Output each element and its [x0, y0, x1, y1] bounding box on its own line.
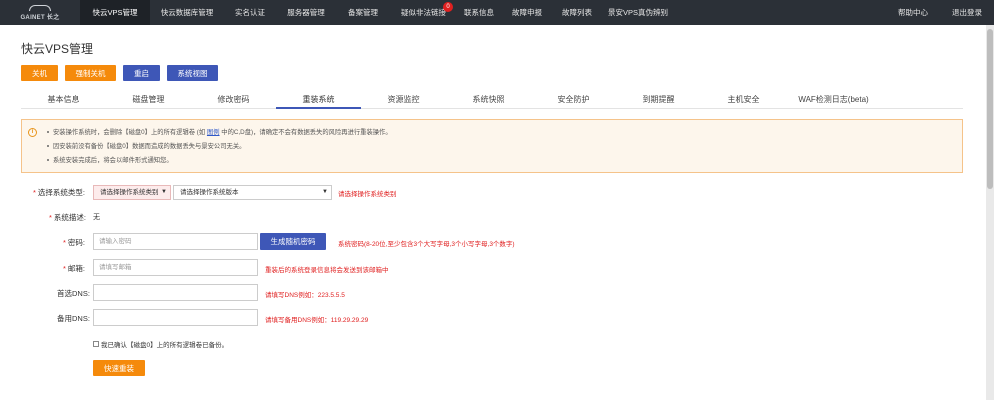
- backup-confirm[interactable]: 我已确认【磁盘0】上的所有逻辑卷已备份。: [93, 339, 228, 349]
- dns1-input[interactable]: [93, 284, 258, 301]
- action-bar: 关机 强制关机 重启 系统视图: [21, 65, 218, 81]
- os-desc-value: 无: [93, 214, 100, 221]
- notice-item: 因安装前没有备份【磁盘0】数据而造成的数据丢失与景安公司无关。: [47, 140, 392, 154]
- backup-confirm-checkbox[interactable]: [93, 341, 99, 347]
- generate-password-button[interactable]: 生成随机密码: [260, 233, 326, 250]
- notice-line3: 系统安装完成后，将会以邮件形式通知您。: [53, 157, 173, 164]
- info-icon: i: [28, 128, 37, 137]
- password-input[interactable]: 请输入密码: [93, 233, 258, 250]
- tab-security[interactable]: 安全防护: [531, 92, 616, 108]
- chevron-down-icon: ▼: [161, 189, 167, 195]
- force-shutdown-button[interactable]: 强制关机: [65, 65, 116, 81]
- nav-item-illegal-links-label: 疑似非法链接: [401, 8, 446, 17]
- password-hint: 系统密码(8-20位,至少包含3个大写字母,3个小写字母,3个数字): [338, 241, 515, 248]
- scrollbar-thumb[interactable]: [987, 29, 993, 189]
- tab-monitor[interactable]: 资源监控: [361, 92, 446, 108]
- warning-notice: i 安装操作系统时，会删除【磁盘0】上的所有逻辑卷 (如 图例 中的C,D盘)，…: [21, 119, 963, 173]
- dns2-label: 备用DNS:: [57, 314, 90, 323]
- email-label: * 邮箱:: [63, 264, 86, 273]
- dns2-input[interactable]: [93, 309, 258, 326]
- tab-snapshot[interactable]: 系统快照: [446, 92, 531, 108]
- nav-item-contact[interactable]: 联系信息: [457, 0, 501, 25]
- email-hint: 重装后的系统登录信息将会发送到该邮箱中: [265, 267, 389, 274]
- diagram-link[interactable]: 图例: [207, 129, 220, 136]
- tab-basic-info[interactable]: 基本信息: [21, 92, 106, 108]
- quick-reinstall-button[interactable]: 快速重装: [93, 360, 145, 376]
- tab-expiry[interactable]: 到期提醒: [616, 92, 701, 108]
- brand-logo[interactable]: GAINET 长之: [0, 0, 80, 25]
- dns1-hint: 请填写DNS例如：223.5.5.5: [265, 292, 345, 299]
- page-title: 快云VPS管理: [21, 42, 94, 56]
- os-desc-label: * 系统描述:: [49, 213, 87, 222]
- notice-list: 安装操作系统时，会删除【磁盘0】上的所有逻辑卷 (如 图例 中的C,D盘)，请确…: [47, 126, 392, 168]
- nav-item-realname[interactable]: 实名认证: [224, 0, 276, 25]
- notice-line1-after: 中的C,D盘)，请确定不会有数据丢失的风险再进行重装操作。: [219, 129, 392, 136]
- tab-bar: 基本信息 磁盘管理 修改密码 重装系统 资源监控 系统快照 安全防护 到期提醒 …: [21, 92, 963, 109]
- system-view-button[interactable]: 系统视图: [167, 65, 218, 81]
- nav-right: 帮助中心 退出登录: [886, 0, 994, 25]
- nav-item-vps[interactable]: 快云VPS管理: [80, 0, 150, 25]
- main-nav: 快云VPS管理 快云数据库管理 实名认证 服务器管理 备案管理 疑似非法链接 0…: [80, 0, 675, 25]
- chevron-down-icon: ▼: [322, 189, 328, 195]
- content-panel: 快云VPS管理 关机 强制关机 重启 系统视图 基本信息 磁盘管理 修改密码 重…: [0, 25, 986, 400]
- notice-line1-before: 安装操作系统时，会删除【磁盘0】上的所有逻辑卷 (如: [53, 129, 207, 136]
- shutdown-button[interactable]: 关机: [21, 65, 58, 81]
- vertical-scrollbar[interactable]: [986, 25, 994, 400]
- tab-disk[interactable]: 磁盘管理: [106, 92, 191, 108]
- nav-item-fault-list[interactable]: 故障列表: [553, 0, 601, 25]
- nav-item-database[interactable]: 快云数据库管理: [150, 0, 224, 25]
- logo-text: GAINET 长之: [20, 14, 60, 21]
- nav-item-help[interactable]: 帮助中心: [886, 0, 940, 25]
- nav-item-logout[interactable]: 退出登录: [940, 0, 994, 25]
- nav-item-vps-verify[interactable]: 景安VPS真伪辨别: [601, 0, 675, 25]
- password-label: * 密码:: [63, 238, 86, 247]
- os-version-select[interactable]: 请选择操作系统版本 ▼: [173, 185, 332, 200]
- notice-line2: 因安装前没有备份【磁盘0】数据而造成的数据丢失与景安公司无关。: [53, 143, 246, 150]
- tab-host-security[interactable]: 主机安全: [701, 92, 786, 108]
- notice-item: 安装操作系统时，会删除【磁盘0】上的所有逻辑卷 (如 图例 中的C,D盘)，请确…: [47, 126, 392, 140]
- nav-item-fault-report[interactable]: 故障申报: [501, 0, 553, 25]
- notice-item: 系统安装完成后，将会以邮件形式通知您。: [47, 154, 392, 168]
- backup-confirm-label: 我已确认【磁盘0】上的所有逻辑卷已备份。: [101, 342, 229, 349]
- restart-button[interactable]: 重启: [123, 65, 160, 81]
- nav-item-icp[interactable]: 备案管理: [336, 0, 390, 25]
- tab-password[interactable]: 修改密码: [191, 92, 276, 108]
- os-type-hint: 请选择操作系统类别: [338, 191, 397, 198]
- dns2-hint: 请填写备用DNS例如：119.29.29.29: [265, 317, 369, 324]
- os-type-select[interactable]: 请选择操作系统类别 ▼: [93, 185, 171, 200]
- tab-waf-log[interactable]: WAF检测日志(beta): [786, 92, 881, 108]
- nav-item-server[interactable]: 服务器管理: [276, 0, 336, 25]
- tab-reinstall[interactable]: 重装系统: [276, 92, 361, 109]
- nav-item-illegal-links[interactable]: 疑似非法链接 0: [390, 0, 457, 25]
- notification-badge: 0: [443, 2, 453, 12]
- logo-arc-icon: [29, 4, 51, 11]
- dns1-label: 首选DNS:: [57, 289, 90, 298]
- email-input[interactable]: 请填写邮箱: [93, 259, 258, 276]
- os-type-label: * 选择系统类型:: [33, 188, 86, 197]
- top-navbar: GAINET 长之 快云VPS管理 快云数据库管理 实名认证 服务器管理 备案管…: [0, 0, 994, 25]
